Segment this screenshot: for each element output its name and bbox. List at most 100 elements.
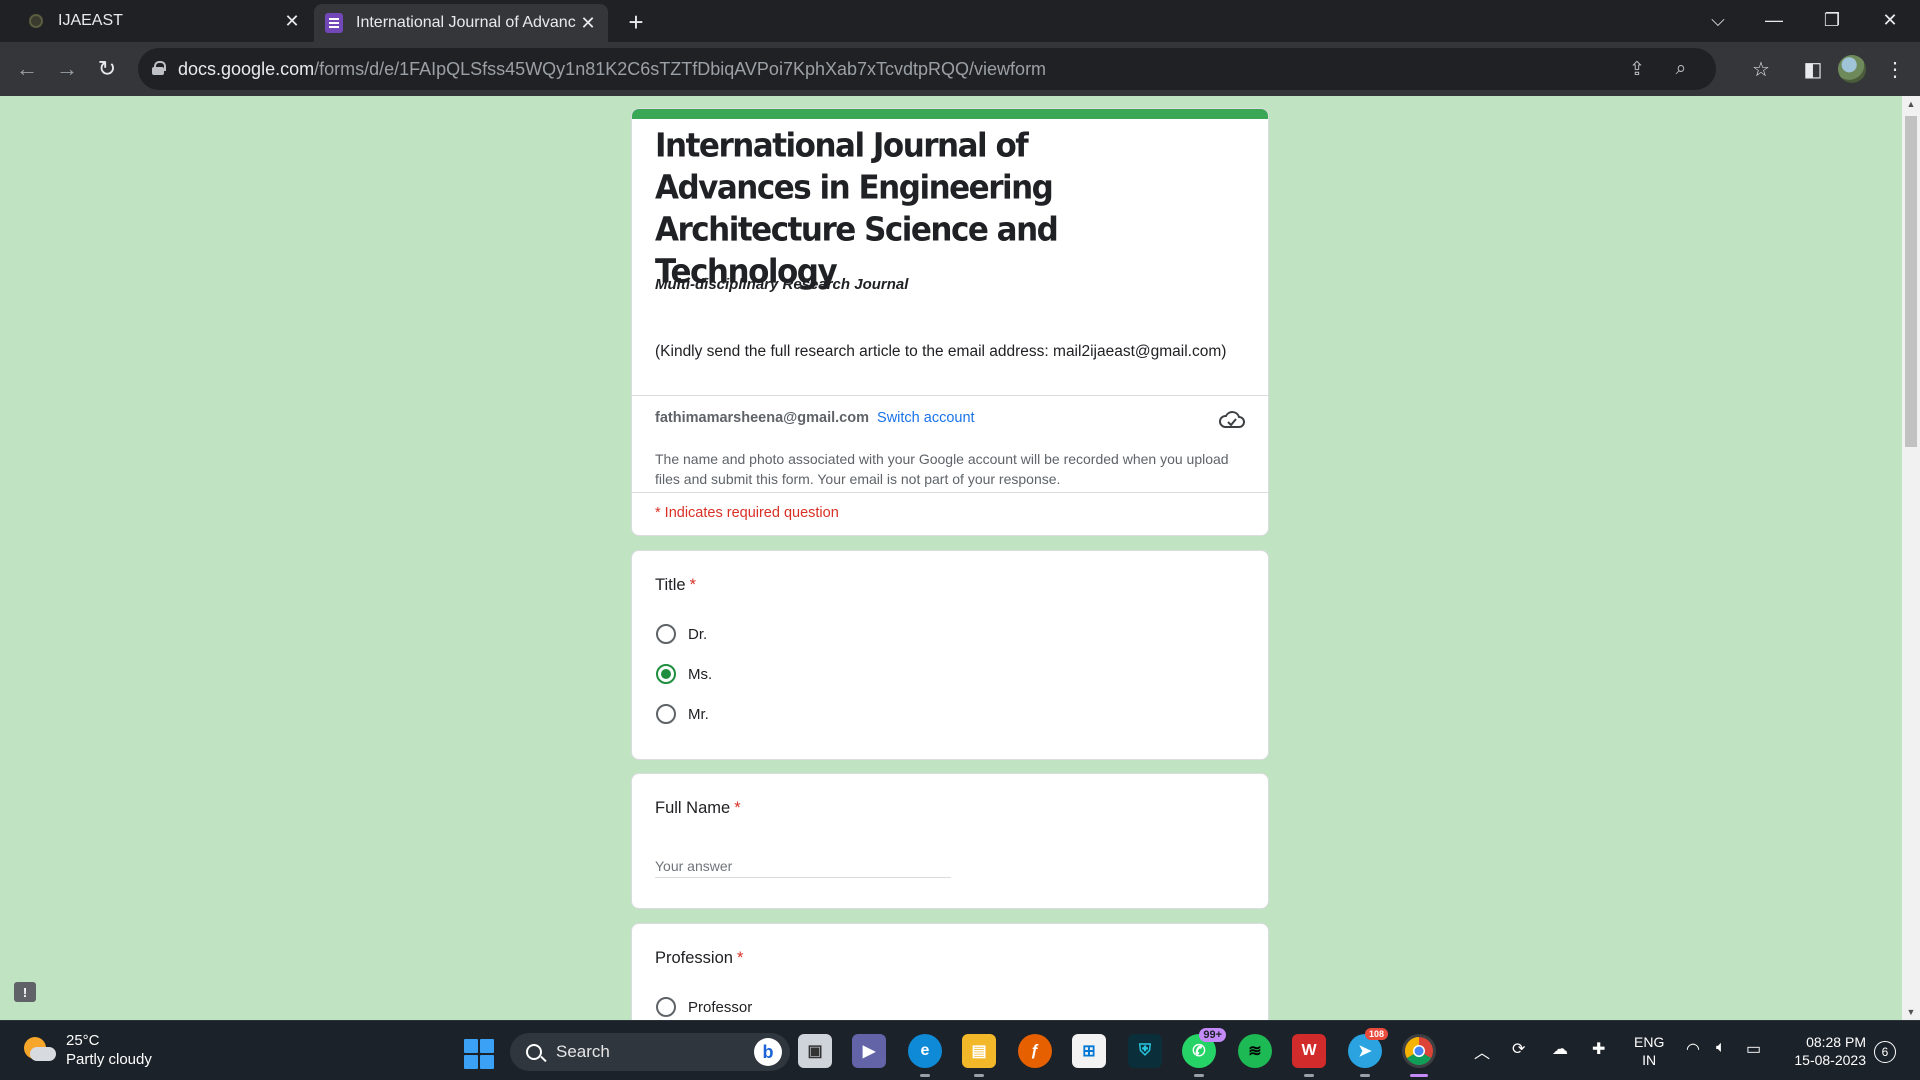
- back-icon[interactable]: ←: [10, 52, 44, 86]
- form-title: International Journal of Advances in Eng…: [655, 127, 1059, 291]
- radio-label[interactable]: Ms.: [688, 666, 712, 683]
- chrome-logo-icon: [1405, 1037, 1433, 1065]
- volume-icon[interactable]: 🔈︎: [1716, 1039, 1726, 1057]
- account-email: fathimamarsheena@gmail.com: [655, 410, 869, 426]
- sync-icon[interactable]: ⟳: [1512, 1039, 1525, 1059]
- microsoft-store-icon[interactable]: ⊞: [1072, 1034, 1106, 1068]
- telegram-icon[interactable]: ➤ 108: [1348, 1028, 1388, 1077]
- close-tab-icon[interactable]: ✕: [576, 11, 600, 35]
- language-indicator[interactable]: ENG IN: [1634, 1033, 1664, 1069]
- edge-icon[interactable]: e: [908, 1034, 942, 1077]
- telegram-badge: 108: [1364, 1028, 1388, 1040]
- partly-cloudy-icon: [22, 1033, 56, 1067]
- wifi-icon[interactable]: ◠: [1686, 1039, 1700, 1059]
- zoom-icon[interactable]: ⌕: [1666, 54, 1696, 84]
- address-bar[interactable]: docs.google.com/forms/d/e/1FAIpQLSfss45W…: [138, 48, 1716, 90]
- full-name-input[interactable]: [655, 854, 951, 878]
- question-label: Title *: [655, 576, 696, 594]
- form-page: International Journal of Advances in Eng…: [0, 96, 1902, 1020]
- cloud-saved-icon[interactable]: [1218, 409, 1246, 431]
- close-window-button[interactable]: ✕: [1862, 0, 1918, 40]
- bing-icon[interactable]: b: [754, 1038, 782, 1066]
- radio-label[interactable]: Professor: [688, 999, 752, 1016]
- firefox-icon[interactable]: ƒ: [1018, 1034, 1052, 1068]
- form-subtitle: Multi-disciplinary Research Journal: [655, 276, 909, 293]
- question-title-card: Title * Dr. Ms. Mr.: [631, 550, 1269, 760]
- question-profession-card: Profession * Professor: [631, 923, 1269, 1020]
- radio-button-checked[interactable]: [656, 664, 676, 684]
- search-label: Search: [556, 1042, 610, 1061]
- whatsapp-icon[interactable]: ✆ 99+: [1182, 1028, 1226, 1077]
- divider: [632, 492, 1268, 493]
- question-full-name-card: Full Name *: [631, 773, 1269, 909]
- site-favicon-icon: [26, 11, 46, 31]
- reload-icon[interactable]: ↻: [90, 52, 124, 86]
- clock[interactable]: 08:28 PM 15-08-2023: [1782, 1033, 1866, 1069]
- share-icon[interactable]: ⇪: [1622, 54, 1652, 84]
- spotify-icon[interactable]: ≋: [1238, 1034, 1272, 1068]
- form-description: (Kindly send the full research article t…: [655, 343, 1227, 360]
- notification-count-badge[interactable]: 6: [1874, 1041, 1896, 1063]
- required-question-note: * Indicates required question: [655, 505, 839, 521]
- weather-widget[interactable]: 25°C Partly cloudy: [22, 1031, 152, 1069]
- wps-office-icon[interactable]: W: [1292, 1034, 1326, 1077]
- teams-icon[interactable]: ▶: [852, 1034, 886, 1068]
- google-forms-icon: [324, 13, 344, 33]
- browser-toolbar: ← → ↻ docs.google.com/forms/d/e/1FAIpQLS…: [0, 42, 1920, 96]
- scroll-down-arrow-icon[interactable]: ▼: [1902, 1004, 1920, 1020]
- url-text[interactable]: docs.google.com/forms/d/e/1FAIpQLSfss45W…: [178, 59, 1046, 80]
- tab-search-chevron-icon[interactable]: ⌵: [1690, 0, 1746, 40]
- battery-icon[interactable]: ▭: [1746, 1039, 1761, 1059]
- vertical-scrollbar[interactable]: ▲ ▼: [1902, 96, 1920, 1020]
- lock-icon[interactable]: [152, 61, 166, 75]
- tab-google-form[interactable]: International Journal of Advances in Eng…: [314, 4, 608, 42]
- windows-start-icon[interactable]: [464, 1039, 494, 1069]
- radio-option-mr[interactable]: Mr.: [656, 704, 709, 724]
- restore-button[interactable]: ❐: [1804, 0, 1860, 40]
- file-explorer-icon[interactable]: ▤: [962, 1034, 996, 1077]
- taskbar-search[interactable]: Search b: [510, 1033, 790, 1071]
- whatsapp-badge: 99+: [1199, 1028, 1226, 1042]
- feedback-icon[interactable]: !: [14, 982, 36, 1002]
- theme-accent-band: [632, 109, 1268, 119]
- side-panel-icon[interactable]: ◧: [1798, 54, 1828, 84]
- minimize-button[interactable]: —: [1746, 0, 1802, 40]
- task-view-icon[interactable]: ▣: [798, 1034, 832, 1068]
- form-header-card: International Journal of Advances in Eng…: [631, 108, 1269, 536]
- radio-option-dr[interactable]: Dr.: [656, 624, 707, 644]
- windows-taskbar: 25°C Partly cloudy Search b ▣ ▶ e ▤ ƒ ⊞ …: [0, 1020, 1920, 1080]
- tab-title: IJAEAST: [58, 12, 123, 29]
- radio-option-ms[interactable]: Ms.: [656, 664, 712, 684]
- profile-avatar[interactable]: [1838, 55, 1866, 83]
- account-info: fathimamarsheena@gmail.com Switch accoun…: [655, 410, 975, 426]
- weather-condition: Partly cloudy: [66, 1051, 152, 1068]
- radio-button[interactable]: [656, 624, 676, 644]
- app-tray-icon[interactable]: ✚: [1592, 1039, 1605, 1059]
- switch-account-link[interactable]: Switch account: [877, 410, 975, 426]
- radio-button[interactable]: [656, 704, 676, 724]
- close-tab-icon[interactable]: ✕: [280, 9, 304, 33]
- divider: [632, 395, 1268, 396]
- menu-kebab-icon[interactable]: ⋮: [1880, 54, 1910, 84]
- security-app-icon[interactable]: ⛨: [1128, 1034, 1162, 1068]
- chrome-icon[interactable]: [1402, 1034, 1436, 1077]
- show-hidden-icons-chevron-icon[interactable]: ︿: [1474, 1039, 1490, 1063]
- region-code: IN: [1642, 1052, 1657, 1068]
- scrollbar-thumb[interactable]: [1905, 116, 1917, 447]
- radio-label[interactable]: Mr.: [688, 706, 709, 723]
- question-label: Full Name *: [655, 799, 741, 817]
- date: 15-08-2023: [1794, 1052, 1866, 1068]
- scroll-up-arrow-icon[interactable]: ▲: [1902, 96, 1920, 112]
- radio-option-professor[interactable]: Professor: [656, 997, 752, 1017]
- forward-icon[interactable]: →: [50, 52, 84, 86]
- radio-button[interactable]: [656, 997, 676, 1017]
- tab-ijaeast[interactable]: IJAEAST ✕: [14, 0, 312, 42]
- tab-strip: IJAEAST ✕ International Journal of Advan…: [0, 0, 1920, 42]
- radio-label[interactable]: Dr.: [688, 626, 707, 643]
- language-code: ENG: [1634, 1034, 1665, 1050]
- onedrive-icon[interactable]: ☁: [1552, 1039, 1568, 1059]
- bookmark-star-icon[interactable]: ☆: [1746, 54, 1776, 84]
- new-tab-button[interactable]: +: [620, 6, 652, 38]
- weather-text: 25°C Partly cloudy: [66, 1031, 152, 1069]
- time: 08:28 PM: [1806, 1034, 1866, 1050]
